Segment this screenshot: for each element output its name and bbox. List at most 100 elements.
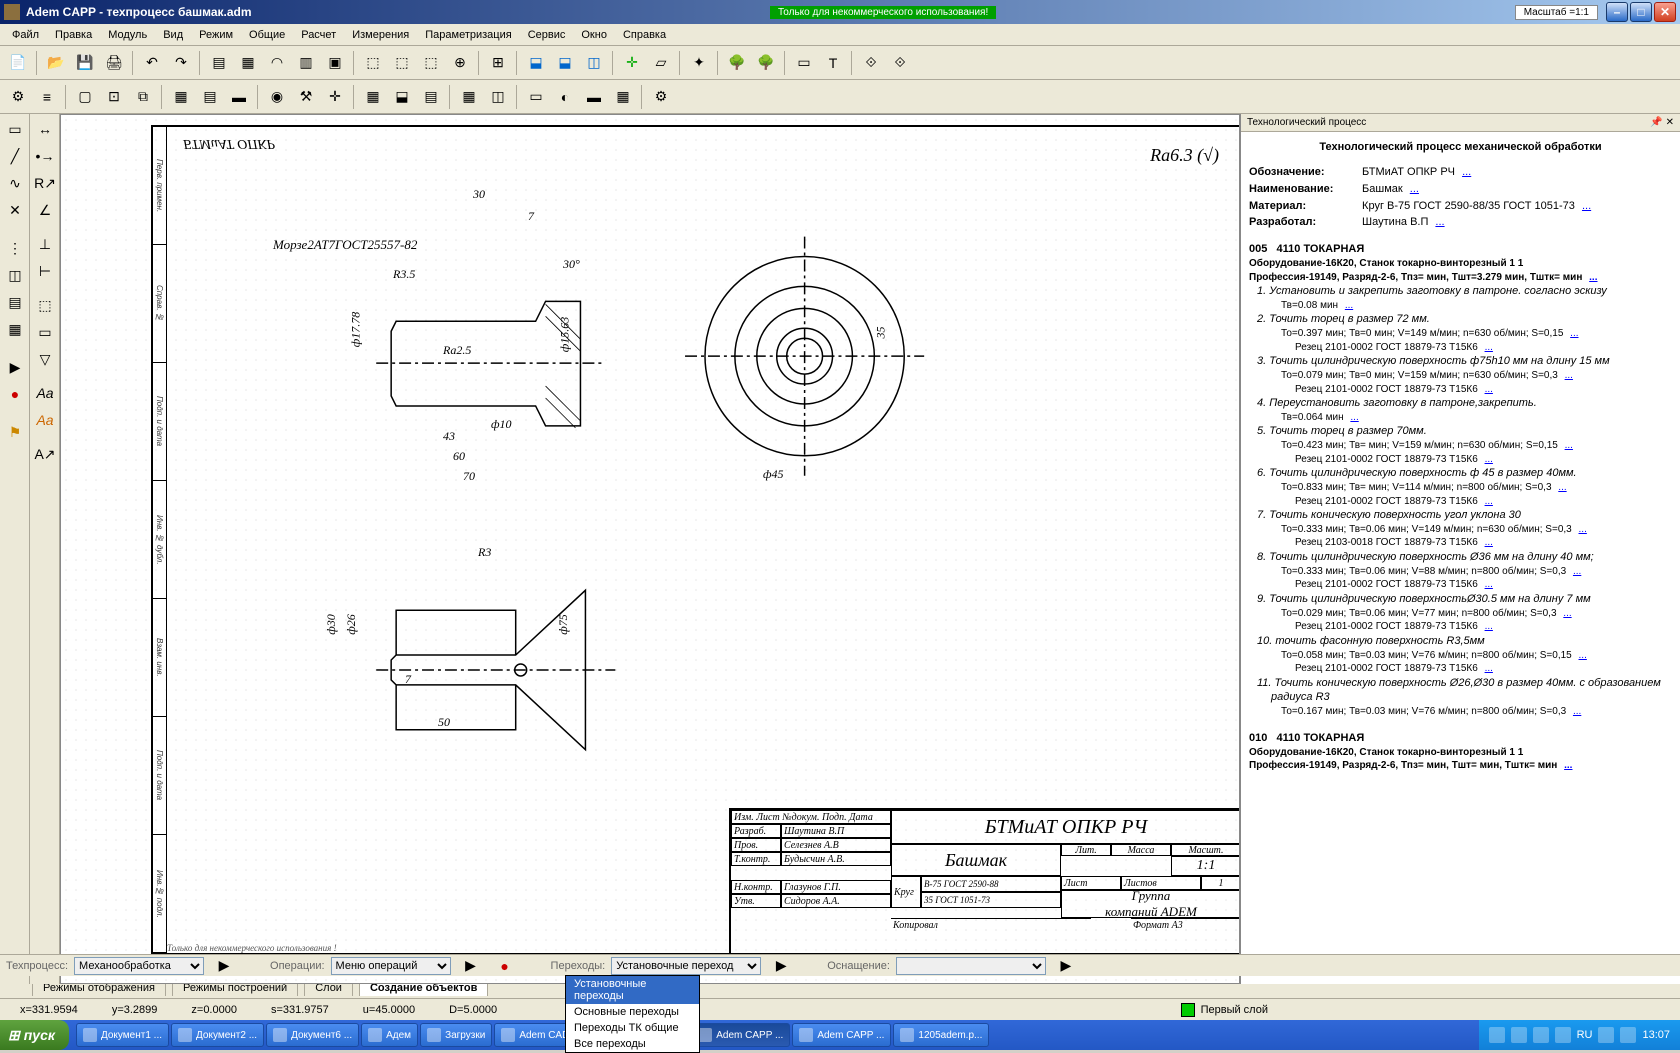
- tool-link[interactable]: ...: [1485, 663, 1493, 674]
- operacii-go-icon[interactable]: ▶: [457, 952, 485, 980]
- tool-link[interactable]: ...: [1485, 454, 1493, 465]
- save-icon[interactable]: 💾: [71, 49, 99, 77]
- plane-icon[interactable]: ▱: [647, 49, 675, 77]
- start-button[interactable]: ⊞ пуск: [0, 1020, 69, 1050]
- xyz-icon[interactable]: ✛: [618, 49, 646, 77]
- screen-icon[interactable]: ▬: [580, 83, 608, 111]
- axis-x-icon[interactable]: ⊢: [32, 258, 58, 284]
- menu-window[interactable]: Окно: [573, 27, 615, 43]
- tray-icon[interactable]: [1555, 1027, 1571, 1043]
- new-icon[interactable]: 📄: [4, 49, 32, 77]
- tab-layers[interactable]: Слои: [304, 979, 353, 996]
- group-icon[interactable]: ▦: [234, 49, 262, 77]
- maximize-button[interactable]: □: [1630, 2, 1652, 22]
- label-icon[interactable]: А↗: [32, 441, 58, 467]
- op-link[interactable]: ...: [1564, 760, 1572, 771]
- menu-edit[interactable]: Правка: [47, 27, 100, 43]
- menu-view[interactable]: Вид: [155, 27, 191, 43]
- tray-icon[interactable]: [1533, 1027, 1549, 1043]
- text-b-icon[interactable]: Аа: [32, 407, 58, 433]
- scan-icon[interactable]: ⬓: [388, 83, 416, 111]
- assembly-icon[interactable]: ⧉: [129, 83, 157, 111]
- menu-general[interactable]: Общие: [241, 27, 293, 43]
- grid2-icon[interactable]: ▦: [609, 83, 637, 111]
- tool-icon[interactable]: ⚒: [292, 83, 320, 111]
- tool-link[interactable]: ...: [1485, 384, 1493, 395]
- osnash-go-icon[interactable]: ▶: [1052, 952, 1080, 980]
- meta-link[interactable]: ...: [1410, 183, 1419, 195]
- text-a-icon[interactable]: Аа: [32, 380, 58, 406]
- dropdown-opt-1[interactable]: Основные переходы: [566, 1004, 699, 1020]
- print-icon[interactable]: 🖨: [100, 49, 128, 77]
- param-link[interactable]: ...: [1350, 412, 1358, 423]
- taskbar-task[interactable]: Adem CAPP ...: [691, 1023, 790, 1047]
- dim-r-icon[interactable]: R↗: [32, 170, 58, 196]
- menu-calc[interactable]: Расчет: [293, 27, 344, 43]
- tree2-icon[interactable]: 🌳: [752, 49, 780, 77]
- osnash-select[interactable]: [896, 957, 1046, 975]
- tray-icon[interactable]: [1620, 1027, 1636, 1043]
- menu-mode[interactable]: Режим: [191, 27, 241, 43]
- blocks-icon[interactable]: ▦: [167, 83, 195, 111]
- taskbar-task[interactable]: Документ2 ...: [171, 1023, 264, 1047]
- coord3-icon[interactable]: ◫: [580, 49, 608, 77]
- layers2-icon[interactable]: ▤: [196, 83, 224, 111]
- param-link[interactable]: ...: [1558, 482, 1566, 493]
- cross-icon[interactable]: ✕: [2, 197, 28, 223]
- param-link[interactable]: ...: [1565, 370, 1573, 381]
- drill-icon[interactable]: ◉: [263, 83, 291, 111]
- tune-icon[interactable]: ⚙: [647, 83, 675, 111]
- test-icon[interactable]: ▬: [225, 83, 253, 111]
- coords-icon[interactable]: ✛: [321, 83, 349, 111]
- toggle-icon[interactable]: ◐: [551, 83, 579, 111]
- process-icon[interactable]: ⚙: [4, 83, 32, 111]
- dim-ang-icon[interactable]: ∠: [32, 197, 58, 223]
- menu-service[interactable]: Сервис: [520, 27, 574, 43]
- layer-color-swatch[interactable]: [1181, 1003, 1195, 1017]
- table-icon[interactable]: ▦: [359, 83, 387, 111]
- datum-icon[interactable]: ▽: [32, 346, 58, 372]
- panel-pin-icon[interactable]: 📌: [1650, 117, 1662, 128]
- coord1-icon[interactable]: ⬓: [522, 49, 550, 77]
- cube2-icon[interactable]: ⬚: [388, 49, 416, 77]
- page-icon[interactable]: ▭: [790, 49, 818, 77]
- element-icon[interactable]: ⟐: [857, 49, 885, 77]
- fit-icon[interactable]: ⬚: [32, 292, 58, 318]
- menu-param[interactable]: Параметризация: [417, 27, 519, 43]
- meta-link[interactable]: ...: [1582, 200, 1591, 212]
- tool-link[interactable]: ...: [1485, 496, 1493, 507]
- text-icon[interactable]: Т: [819, 49, 847, 77]
- minimize-button[interactable]: –: [1606, 2, 1628, 22]
- meta-link[interactable]: ...: [1462, 166, 1471, 178]
- operacii-stop-icon[interactable]: ●: [491, 952, 519, 980]
- norm2-icon[interactable]: ◫: [484, 83, 512, 111]
- flag-icon[interactable]: ⚑: [2, 419, 28, 445]
- op-link[interactable]: ...: [1589, 272, 1597, 283]
- param-link[interactable]: ...: [1565, 440, 1573, 451]
- menu-help[interactable]: Справка: [615, 27, 674, 43]
- dim-h-icon[interactable]: ↔: [32, 116, 58, 142]
- assoc-icon[interactable]: ⟐: [886, 49, 914, 77]
- param-link[interactable]: ...: [1573, 706, 1581, 717]
- measure-icon[interactable]: ⊡: [100, 83, 128, 111]
- tray-icon[interactable]: [1598, 1027, 1614, 1043]
- tehprocess-go-icon[interactable]: ▶: [210, 952, 238, 980]
- taskbar-task[interactable]: 1205adem.p...: [893, 1023, 989, 1047]
- run-icon[interactable]: ▶: [2, 354, 28, 380]
- node-icon[interactable]: ⋮: [2, 235, 28, 261]
- props-icon[interactable]: ▣: [321, 49, 349, 77]
- tab-build-modes[interactable]: Режимы построений: [172, 979, 298, 996]
- tool-link[interactable]: ...: [1485, 579, 1493, 590]
- panel-close-icon[interactable]: ✕: [1666, 117, 1674, 128]
- cube1-icon[interactable]: ⬚: [359, 49, 387, 77]
- axis-y-icon[interactable]: ⊥: [32, 231, 58, 257]
- tray-lang[interactable]: RU: [1577, 1029, 1593, 1041]
- perehody-dropdown[interactable]: Установочные переходы Основные переходы …: [565, 975, 700, 1053]
- layers-icon[interactable]: ▤: [205, 49, 233, 77]
- tab-create-objects[interactable]: Создание объектов: [359, 979, 488, 996]
- tool-link[interactable]: ...: [1485, 342, 1493, 353]
- line-icon[interactable]: ╱: [2, 143, 28, 169]
- grid-icon[interactable]: ⊞: [484, 49, 512, 77]
- squares-icon[interactable]: ▦: [2, 316, 28, 342]
- coord2-icon[interactable]: ⬓: [551, 49, 579, 77]
